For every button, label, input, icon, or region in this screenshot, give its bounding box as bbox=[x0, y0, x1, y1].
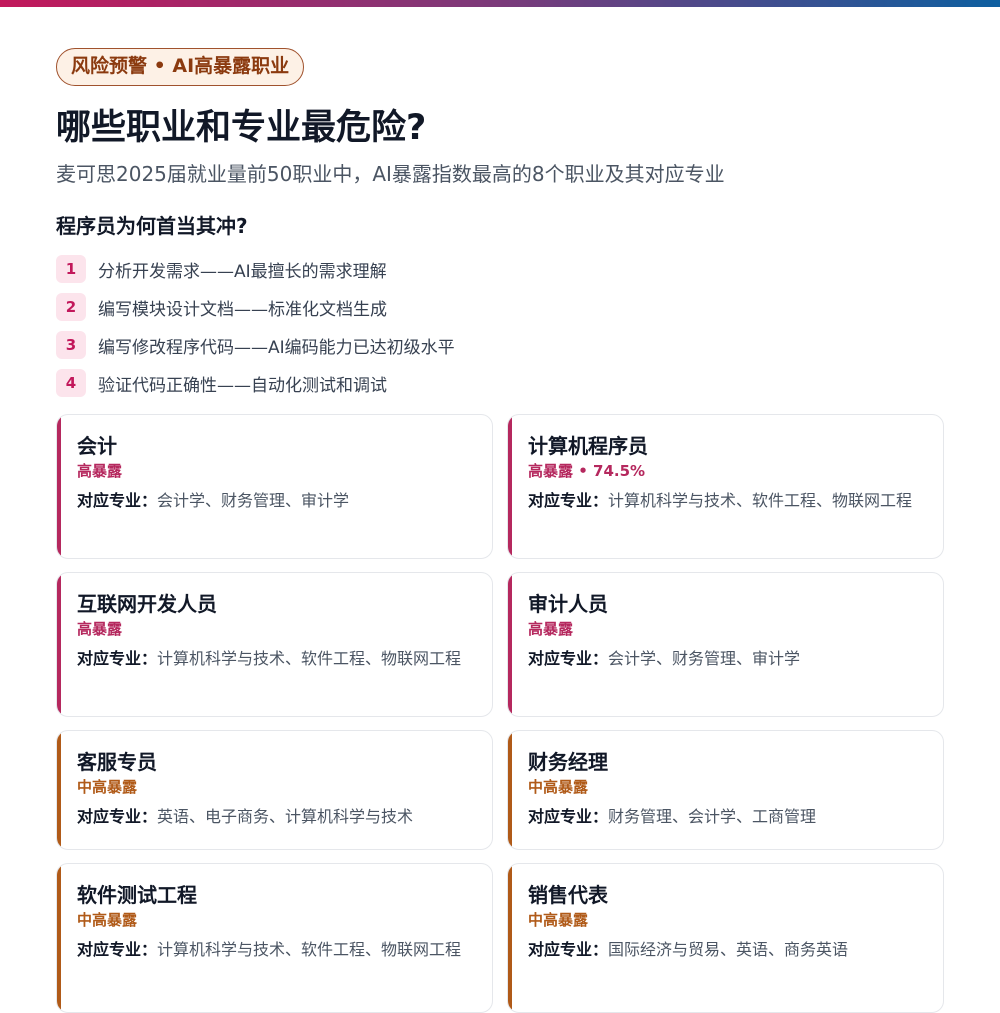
related-majors: 对应专业：会计学、财务管理、审计学 bbox=[77, 488, 472, 513]
occupation-card-software-tester: 软件测试工程 中高暴露 对应专业：计算机科学与技术、软件工程、物联网工程 bbox=[56, 863, 493, 1013]
related-majors: 对应专业：财务管理、会计学、工商管理 bbox=[528, 804, 923, 829]
occupation-name: 软件测试工程 bbox=[77, 883, 197, 907]
exposure-level: 高暴露 bbox=[77, 462, 123, 480]
related-majors: 对应专业：英语、电子商务、计算机科学与技术 bbox=[77, 804, 472, 829]
occupation-card-auditor: 审计人员 高暴露 对应专业：会计学、财务管理、审计学 bbox=[507, 572, 944, 717]
exposure-level: 中高暴露 bbox=[528, 778, 589, 796]
exposure-level: 高暴露 • 74.5% bbox=[528, 462, 646, 480]
occupation-name: 销售代表 bbox=[528, 883, 608, 907]
related-majors: 对应专业：国际经济与贸易、英语、商务英语 bbox=[528, 937, 923, 962]
occupation-grid: 会计 高暴露 对应专业：会计学、财务管理、审计学 计算机程序员 高暴露 • 74… bbox=[56, 414, 944, 1013]
majors-value: 会计学、财务管理、审计学 bbox=[157, 491, 350, 510]
step-text: 验证代码正确性——自动化测试和调试 bbox=[98, 375, 387, 396]
majors-label: 对应专业： bbox=[528, 807, 609, 826]
occupation-name: 互联网开发人员 bbox=[77, 592, 217, 616]
step-text: 分析开发需求——AI最擅长的需求理解 bbox=[98, 261, 387, 282]
step-number-badge: 1 bbox=[56, 255, 86, 283]
occupation-card-web-developer: 互联网开发人员 高暴露 对应专业：计算机科学与技术、软件工程、物联网工程 bbox=[56, 572, 493, 717]
exposure-level: 中高暴露 bbox=[528, 911, 589, 929]
majors-label: 对应专业： bbox=[77, 491, 158, 510]
section-heading: 程序员为何首当其冲? bbox=[56, 214, 248, 238]
exposure-level: 中高暴露 bbox=[77, 778, 138, 796]
reason-steps-list: 1 分析开发需求——AI最擅长的需求理解 2 编写模块设计文档——标准化文档生成… bbox=[56, 250, 944, 402]
step-item: 1 分析开发需求——AI最擅长的需求理解 bbox=[56, 250, 944, 288]
occupation-card-customer-service: 客服专员 中高暴露 对应专业：英语、电子商务、计算机科学与技术 bbox=[56, 730, 493, 850]
majors-value: 计算机科学与技术、软件工程、物联网工程 bbox=[157, 649, 462, 668]
occupation-name: 会计 bbox=[77, 434, 117, 458]
occupation-name: 客服专员 bbox=[77, 750, 157, 774]
related-majors: 对应专业：会计学、财务管理、审计学 bbox=[528, 646, 923, 671]
majors-label: 对应专业： bbox=[528, 940, 609, 959]
related-majors: 对应专业：计算机科学与技术、软件工程、物联网工程 bbox=[77, 937, 472, 962]
majors-value: 计算机科学与技术、软件工程、物联网工程 bbox=[157, 940, 462, 959]
step-text: 编写修改程序代码——AI编码能力已达初级水平 bbox=[98, 337, 455, 358]
majors-value: 计算机科学与技术、软件工程、物联网工程 bbox=[608, 491, 913, 510]
step-number-badge: 3 bbox=[56, 331, 86, 359]
occupation-card-accountant: 会计 高暴露 对应专业：会计学、财务管理、审计学 bbox=[56, 414, 493, 559]
majors-label: 对应专业： bbox=[77, 940, 158, 959]
majors-value: 财务管理、会计学、工商管理 bbox=[608, 807, 817, 826]
page-title: 哪些职业和专业最危险? bbox=[56, 108, 427, 148]
related-majors: 对应专业：计算机科学与技术、软件工程、物联网工程 bbox=[528, 488, 923, 513]
step-number-badge: 4 bbox=[56, 369, 86, 397]
majors-label: 对应专业： bbox=[528, 491, 609, 510]
step-text: 编写模块设计文档——标准化文档生成 bbox=[98, 299, 387, 320]
exposure-level: 高暴露 bbox=[528, 620, 574, 638]
step-number-badge: 2 bbox=[56, 293, 86, 321]
occupation-name: 审计人员 bbox=[528, 592, 608, 616]
majors-value: 会计学、财务管理、审计学 bbox=[608, 649, 801, 668]
related-majors: 对应专业：计算机科学与技术、软件工程、物联网工程 bbox=[77, 646, 472, 671]
step-item: 4 验证代码正确性——自动化测试和调试 bbox=[56, 364, 944, 402]
step-item: 3 编写修改程序代码——AI编码能力已达初级水平 bbox=[56, 326, 944, 364]
page-subtitle: 麦可思2025届就业量前50职业中，AI暴露指数最高的8个职业及其对应专业 bbox=[56, 162, 725, 186]
occupation-card-programmer: 计算机程序员 高暴露 • 74.5% 对应专业：计算机科学与技术、软件工程、物联… bbox=[507, 414, 944, 559]
occupation-card-sales-rep: 销售代表 中高暴露 对应专业：国际经济与贸易、英语、商务英语 bbox=[507, 863, 944, 1013]
exposure-level: 中高暴露 bbox=[77, 911, 138, 929]
occupation-name: 计算机程序员 bbox=[528, 434, 648, 458]
step-item: 2 编写模块设计文档——标准化文档生成 bbox=[56, 288, 944, 326]
majors-label: 对应专业： bbox=[77, 649, 158, 668]
exposure-level: 高暴露 bbox=[77, 620, 123, 638]
majors-value: 国际经济与贸易、英语、商务英语 bbox=[608, 940, 849, 959]
majors-value: 英语、电子商务、计算机科学与技术 bbox=[157, 807, 414, 826]
majors-label: 对应专业： bbox=[77, 807, 158, 826]
occupation-name: 财务经理 bbox=[528, 750, 608, 774]
majors-label: 对应专业： bbox=[528, 649, 609, 668]
top-gradient-bar bbox=[0, 0, 1000, 7]
main-content: 风险预警 • AI高暴露职业 哪些职业和专业最危险? 麦可思2025届就业量前5… bbox=[56, 48, 944, 1013]
warning-tag: 风险预警 • AI高暴露职业 bbox=[56, 48, 305, 86]
occupation-card-finance-manager: 财务经理 中高暴露 对应专业：财务管理、会计学、工商管理 bbox=[507, 730, 944, 850]
